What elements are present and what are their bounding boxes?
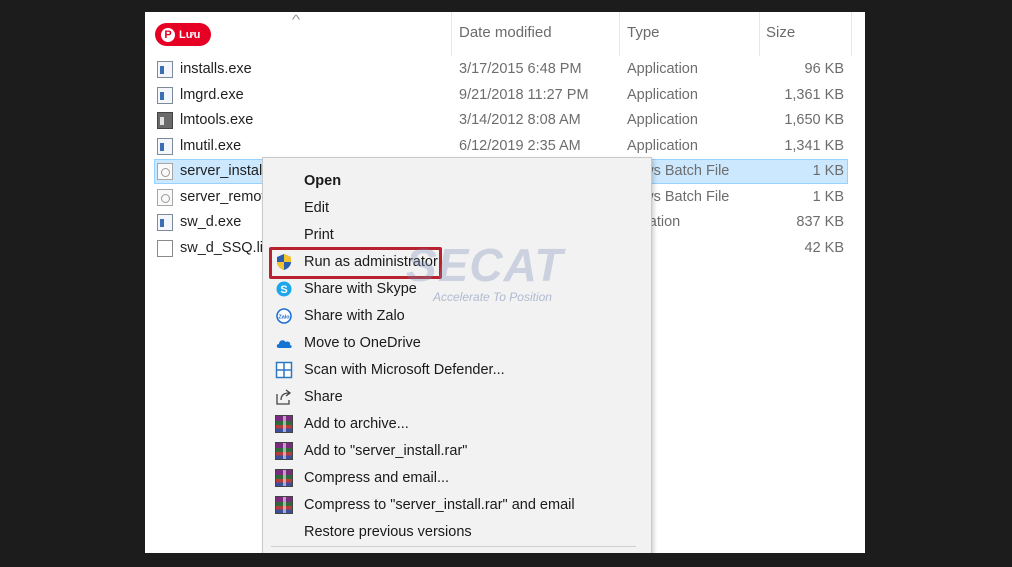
menu-item-run-as-administrator[interactable]: Run as administrator xyxy=(263,249,651,276)
file-name: lmgrd.exe xyxy=(180,87,244,103)
column-size[interactable]: Size xyxy=(766,24,795,41)
menu-item-print[interactable]: Print xyxy=(263,222,651,249)
menu-item-compress-and-email[interactable]: Compress and email... xyxy=(263,465,651,492)
pinterest-icon: P xyxy=(161,27,175,42)
column-divider[interactable] xyxy=(851,12,852,56)
pinterest-save-button[interactable]: P Lưu xyxy=(155,23,211,46)
column-header-row: P Lưu ^ Date modified Type Size xyxy=(145,12,865,56)
batch-file-icon xyxy=(157,189,173,206)
menu-item-add-to-archive[interactable]: Add to archive... xyxy=(263,411,651,438)
share-icon xyxy=(276,389,292,405)
license-file-icon xyxy=(157,240,173,257)
menu-item-share-zalo[interactable]: Zalo Share with Zalo xyxy=(263,303,651,330)
menu-separator xyxy=(271,546,636,547)
menu-item-move-onedrive[interactable]: Move to OneDrive xyxy=(263,330,651,357)
svg-text:S: S xyxy=(280,284,287,296)
file-size: 1,650 KB xyxy=(784,112,844,128)
file-name: sw_d.exe xyxy=(180,214,242,230)
file-name: server_install. xyxy=(180,163,270,179)
file-size: 1 KB xyxy=(812,189,844,205)
column-type[interactable]: Type xyxy=(627,24,660,41)
file-size: 1,341 KB xyxy=(784,138,844,154)
menu-item-label: Share xyxy=(304,389,343,405)
winrar-icon xyxy=(275,469,293,487)
menu-item-label: Restore previous versions xyxy=(304,524,472,540)
winrar-icon xyxy=(275,496,293,514)
zalo-icon: Zalo xyxy=(276,308,292,324)
menu-item-label: Compress and email... xyxy=(304,470,450,486)
menu-item-label: Print xyxy=(304,227,334,243)
file-date: 6/12/2019 2:35 AM xyxy=(459,138,581,154)
menu-item-label: Compress to "server_install.rar" and ema… xyxy=(304,497,575,513)
menu-item-label: Open xyxy=(304,173,342,189)
file-type: Application xyxy=(627,87,698,103)
context-menu: Open Edit Print Run as administrator S S… xyxy=(262,157,652,553)
file-name: server_remov xyxy=(180,189,269,205)
file-name: lmtools.exe xyxy=(180,112,254,128)
menu-item-add-to-rar[interactable]: Add to "server_install.rar" xyxy=(263,438,651,465)
exe-icon xyxy=(157,138,173,155)
onedrive-icon xyxy=(276,340,292,348)
menu-item-share-skype[interactable]: S Share with Skype xyxy=(263,276,651,303)
file-row[interactable]: installs.exe 3/17/2015 6:48 PM Applicati… xyxy=(145,57,865,83)
file-size: 837 KB xyxy=(796,214,844,230)
skype-icon: S xyxy=(276,281,292,297)
file-name: installs.exe xyxy=(180,61,252,77)
menu-item-label: Share with Skype xyxy=(304,281,417,297)
menu-item-open[interactable]: Open xyxy=(263,168,651,195)
menu-item-label: Share with Zalo xyxy=(304,308,405,324)
file-size: 42 KB xyxy=(804,240,845,256)
file-explorer-screenshot: P Lưu ^ Date modified Type Size installs… xyxy=(145,12,865,553)
winrar-icon xyxy=(275,442,293,460)
file-type: Application xyxy=(627,61,698,77)
menu-item-label: Edit xyxy=(304,200,329,216)
svg-text:Zalo: Zalo xyxy=(278,315,290,321)
menu-item-label: Run as administrator xyxy=(304,254,438,270)
file-date: 9/21/2018 11:27 PM xyxy=(459,87,589,103)
file-size: 1 KB xyxy=(812,163,844,179)
file-size: 96 KB xyxy=(804,61,845,77)
batch-file-icon xyxy=(157,163,173,180)
file-date: 3/17/2015 6:48 PM xyxy=(459,61,582,77)
menu-item-edit[interactable]: Edit xyxy=(263,195,651,222)
column-divider[interactable] xyxy=(451,12,452,56)
file-date: 3/14/2012 8:08 AM xyxy=(459,112,581,128)
winrar-icon xyxy=(275,415,293,433)
file-row[interactable]: lmtools.exe 3/14/2012 8:08 AM Applicatio… xyxy=(145,108,865,134)
file-name: sw_d_SSQ.lic xyxy=(180,240,271,256)
exe-icon xyxy=(157,87,173,104)
sort-ascending-icon[interactable]: ^ xyxy=(292,12,301,27)
menu-item-label: Add to archive... xyxy=(304,416,409,432)
menu-item-compress-to-rar-and-email[interactable]: Compress to "server_install.rar" and ema… xyxy=(263,492,651,519)
menu-item-label: Scan with Microsoft Defender... xyxy=(304,362,505,378)
exe-icon xyxy=(157,214,173,231)
file-row[interactable]: lmgrd.exe 9/21/2018 11:27 PM Application… xyxy=(145,83,865,109)
menu-item-label: Move to OneDrive xyxy=(304,335,421,351)
file-type: Application xyxy=(627,112,698,128)
file-name: lmutil.exe xyxy=(180,138,242,154)
uac-shield-icon xyxy=(277,254,291,270)
pinterest-save-label: Lưu xyxy=(179,28,201,41)
column-date-modified[interactable]: Date modified xyxy=(459,24,552,41)
defender-icon xyxy=(275,361,293,379)
file-size: 1,361 KB xyxy=(784,87,844,103)
menu-item-scan-defender[interactable]: Scan with Microsoft Defender... xyxy=(263,357,651,384)
menu-item-share[interactable]: Share xyxy=(263,384,651,411)
menu-item-label: Add to "server_install.rar" xyxy=(304,443,468,459)
menu-item-restore-previous-versions[interactable]: Restore previous versions xyxy=(263,519,651,546)
installer-icon xyxy=(157,61,173,78)
tools-exe-icon xyxy=(157,112,173,129)
file-type: Application xyxy=(627,138,698,154)
column-divider[interactable] xyxy=(759,12,760,56)
column-divider[interactable] xyxy=(619,12,620,56)
